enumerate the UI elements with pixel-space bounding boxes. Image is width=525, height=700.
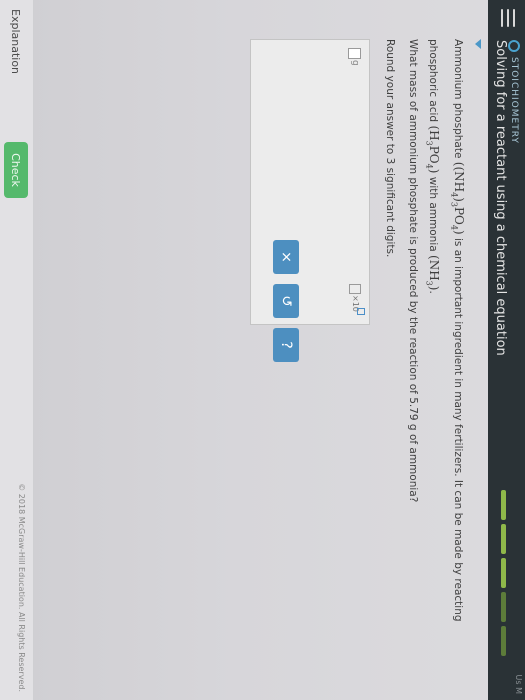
menu-icon[interactable] [499,9,515,27]
page-title: Solving for a reactant using a chemical … [493,40,508,356]
answer-input-area[interactable]: g [250,39,370,325]
formula-ammonia: (NH3) [424,255,441,291]
question-mid1: is an important ingredient in many ferti… [452,238,464,622]
topic-label: STOICHIOMETRY [508,40,520,144]
explanation-button[interactable]: Explanation [7,9,25,105]
question-mid2: phosphoric acid [426,39,439,123]
progress-segment [501,592,506,622]
clear-button[interactable]: × [273,240,299,274]
undo-button[interactable]: ↺ [273,284,299,318]
app-frame: STOICHIOMETRY Solving for a reactant usi… [0,0,525,700]
progress-bar [501,490,506,660]
copyright-text: © 2018 McGraw-Hill Education. All Rights… [17,483,26,692]
answer-slot[interactable] [348,48,361,59]
sci-exponent-slot-icon [357,308,365,315]
formula-phosphoric-acid: (H3PO4) [424,125,441,174]
top-bar: STOICHIOMETRY Solving for a reactant usi… [488,0,525,700]
footer-bar: Explanation Check © 2018 McGraw-Hill Edu… [0,0,34,700]
progress-segment [501,524,506,554]
help-button[interactable]: ? [273,328,299,362]
topic-text: STOICHIOMETRY [509,57,519,144]
question-intro: Ammonium phosphate [452,39,464,159]
progress-segment [501,490,506,520]
question-line3: Round your answer to 3 significant digit… [384,39,396,258]
sci-base-slot-icon [349,284,361,294]
question-period: . [426,290,439,294]
question-paragraph: Ammonium phosphate ((NH4)3PO4) is an imp… [418,39,469,679]
progress-segment [501,626,506,656]
chevron-down-icon[interactable] [475,39,481,49]
formula-ammonium-phosphate: ((NH4)3PO4) [449,161,466,235]
topic-ring-icon [508,40,520,52]
question-mid3: with ammonia [426,176,439,252]
check-button[interactable]: Check [4,142,28,198]
progress-segment [501,558,506,588]
question-line2: What mass of ammonium phosphate is produ… [407,39,419,503]
corner-text: Us M [514,674,523,694]
unit-label: g [350,60,360,66]
